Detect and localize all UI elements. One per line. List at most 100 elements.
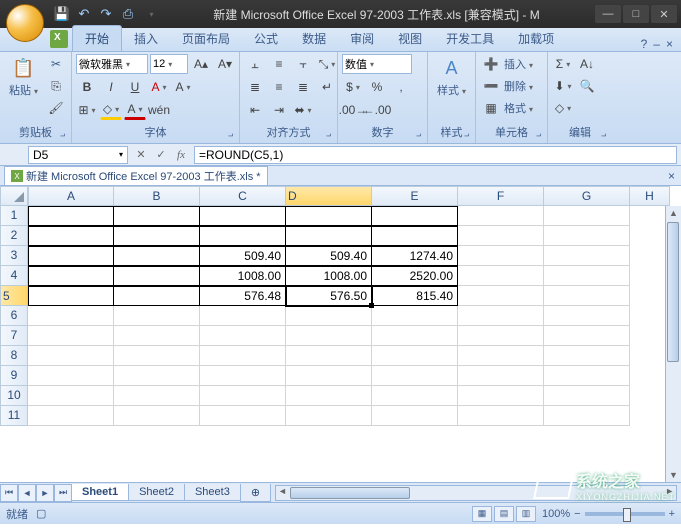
doc-tab-active[interactable]: X 新建 Microsoft Office Excel 97-2003 工作表.… <box>4 166 268 185</box>
orientation-icon[interactable]: ⤡ <box>316 54 338 74</box>
sheet-tab[interactable]: Sheet3 <box>184 484 241 501</box>
sheet-tab[interactable]: Sheet1 <box>71 484 129 501</box>
cell[interactable] <box>286 306 372 326</box>
cell[interactable]: 509.40 <box>286 246 372 266</box>
tab-review[interactable]: 审阅 <box>338 26 386 51</box>
office-button[interactable] <box>6 4 44 42</box>
save-icon[interactable]: 💾 <box>54 6 70 22</box>
col-header[interactable]: G <box>544 186 630 206</box>
cell[interactable] <box>28 346 114 366</box>
italic-button[interactable]: I <box>100 77 122 97</box>
styles-button[interactable]: A 样式 <box>432 54 471 100</box>
cell[interactable] <box>544 326 630 346</box>
ribbon-min-icon[interactable]: – <box>653 37 660 51</box>
row-header[interactable]: 3 <box>0 246 28 266</box>
spreadsheet-grid[interactable]: A B C D E F G H 1 2 3509.40509.401274.40… <box>0 186 681 482</box>
vertical-scrollbar[interactable] <box>665 206 681 482</box>
border-icon[interactable]: ⊞ <box>76 100 98 120</box>
number-format-select[interactable]: 数值 <box>342 54 412 74</box>
col-header[interactable]: H <box>630 186 670 206</box>
cell[interactable] <box>200 326 286 346</box>
cell[interactable] <box>114 306 200 326</box>
cell[interactable] <box>114 226 200 246</box>
cell[interactable]: 1008.00 <box>286 266 372 286</box>
row-header[interactable]: 2 <box>0 226 28 246</box>
cell[interactable] <box>458 286 544 306</box>
cell[interactable] <box>200 226 286 246</box>
cell[interactable] <box>286 386 372 406</box>
grow-font-icon[interactable]: A▴ <box>190 54 212 74</box>
insert-cells-button[interactable]: 插入 <box>504 56 533 72</box>
row-header[interactable]: 10 <box>0 386 28 406</box>
shrink-font-icon[interactable]: A▾ <box>214 54 236 74</box>
cell[interactable] <box>286 226 372 246</box>
new-sheet-button[interactable]: ⊕ <box>240 484 271 502</box>
fill-icon[interactable]: ⬇ <box>552 76 574 96</box>
enter-formula-icon[interactable]: ✓ <box>152 146 170 164</box>
cell[interactable]: 1008.00 <box>200 266 286 286</box>
cell[interactable] <box>544 366 630 386</box>
cell[interactable] <box>286 406 372 426</box>
currency-icon[interactable]: $ <box>342 77 364 97</box>
indent-dec-icon[interactable]: ⇤ <box>244 100 266 120</box>
cell[interactable] <box>28 366 114 386</box>
cell[interactable] <box>458 306 544 326</box>
cell[interactable] <box>372 306 458 326</box>
col-header-active[interactable]: D <box>286 186 372 206</box>
row-header-active[interactable]: 5 <box>0 286 28 306</box>
indent-inc-icon[interactable]: ⇥ <box>268 100 290 120</box>
cell[interactable] <box>458 346 544 366</box>
cell[interactable] <box>114 346 200 366</box>
font-size-select[interactable]: 12 <box>150 54 188 74</box>
font-large-a-icon[interactable]: A <box>148 77 170 97</box>
col-header[interactable]: A <box>28 186 114 206</box>
page-layout-view-icon[interactable]: ▤ <box>494 506 514 522</box>
cell[interactable] <box>114 366 200 386</box>
cell[interactable] <box>458 326 544 346</box>
sheet-nav-first-icon[interactable]: ⏮ <box>0 484 18 502</box>
sheet-nav-prev-icon[interactable]: ◄ <box>18 484 36 502</box>
col-header[interactable]: C <box>200 186 286 206</box>
cancel-formula-icon[interactable]: ✕ <box>132 146 150 164</box>
cell[interactable] <box>544 386 630 406</box>
align-right-icon[interactable]: ≣ <box>292 77 314 97</box>
cell[interactable] <box>286 366 372 386</box>
cell[interactable] <box>200 206 286 226</box>
undo-icon[interactable]: ↶ <box>76 6 92 22</box>
inc-decimal-icon[interactable]: .00→ <box>342 100 364 120</box>
cell[interactable] <box>28 266 114 286</box>
formula-bar[interactable]: =ROUND(C5,1) <box>194 146 677 164</box>
cell[interactable] <box>114 286 200 306</box>
format-painter-icon[interactable]: 🖌 <box>45 98 67 118</box>
col-header[interactable]: B <box>114 186 200 206</box>
cell[interactable] <box>544 266 630 286</box>
tab-dev[interactable]: 开发工具 <box>434 26 506 51</box>
qat-more-icon[interactable] <box>142 6 158 22</box>
fx-icon[interactable]: fx <box>172 146 190 164</box>
cell[interactable] <box>544 206 630 226</box>
format-cells-button[interactable]: 格式 <box>504 100 533 116</box>
sheet-nav-last-icon[interactable]: ⏭ <box>54 484 72 502</box>
fill-color-icon[interactable]: ◇ <box>100 100 122 120</box>
cell[interactable] <box>28 386 114 406</box>
underline-button[interactable]: U <box>124 77 146 97</box>
cell[interactable] <box>286 346 372 366</box>
insert-cells-icon[interactable]: ➕ <box>480 54 502 74</box>
select-all-corner[interactable] <box>0 186 28 206</box>
cell[interactable] <box>544 406 630 426</box>
cell[interactable] <box>544 346 630 366</box>
cell[interactable]: 2520.00 <box>372 266 458 286</box>
horizontal-scrollbar[interactable] <box>275 485 677 501</box>
dec-decimal-icon[interactable]: ←.00 <box>366 100 388 120</box>
cell[interactable] <box>372 206 458 226</box>
tab-home[interactable]: 开始 <box>72 25 122 51</box>
tab-layout[interactable]: 页面布局 <box>170 26 242 51</box>
cell[interactable] <box>114 266 200 286</box>
col-header[interactable]: E <box>372 186 458 206</box>
cell[interactable] <box>458 226 544 246</box>
cell[interactable] <box>372 346 458 366</box>
zoom-level[interactable]: 100% <box>542 508 570 520</box>
vscroll-thumb[interactable] <box>667 222 679 362</box>
doc-tab-close-icon[interactable]: × <box>668 169 675 183</box>
tab-formulas[interactable]: 公式 <box>242 26 290 51</box>
